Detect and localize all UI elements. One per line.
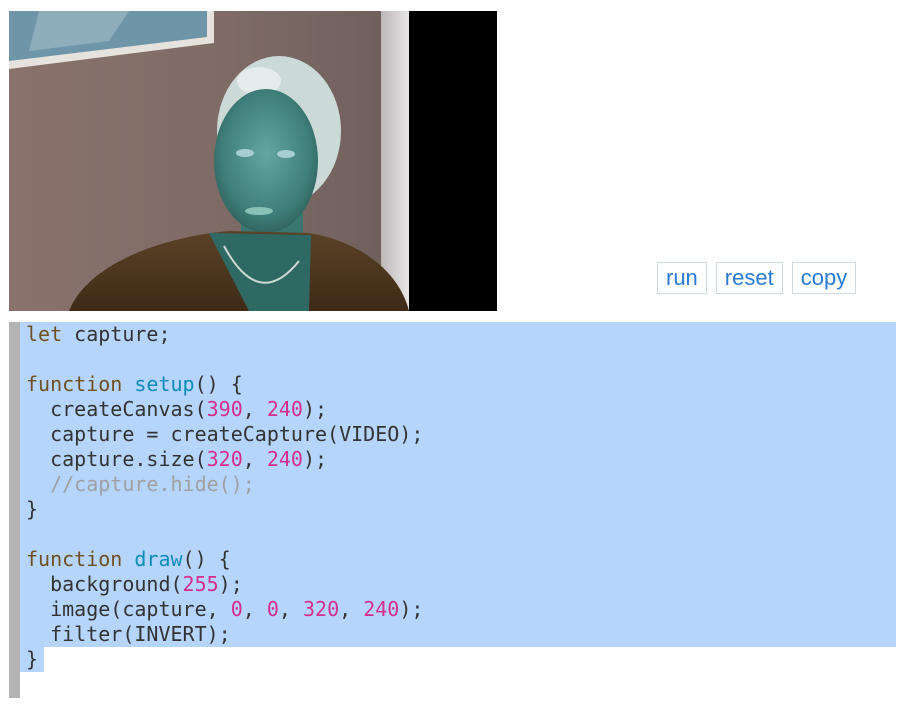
code-token: 255 xyxy=(182,572,219,596)
code-token: 240 xyxy=(266,447,303,471)
code-token: ); xyxy=(302,447,328,471)
code-token: , xyxy=(242,597,267,621)
code-token: , xyxy=(339,597,364,621)
inverted-webcam-image xyxy=(9,11,497,311)
code-token: , xyxy=(242,397,267,421)
code-line[interactable]: } xyxy=(20,497,896,522)
copy-button[interactable]: copy xyxy=(791,262,857,294)
code-line[interactable] xyxy=(20,522,896,547)
code-token: draw xyxy=(134,547,183,571)
code-token: function xyxy=(26,547,123,571)
code-token: () { xyxy=(182,547,231,571)
editor-toolbar: run reset copy xyxy=(657,262,857,294)
code-line[interactable]: background(255); xyxy=(20,572,896,597)
code-line[interactable]: capture = createCapture(VIDEO); xyxy=(20,422,896,447)
code-token: , xyxy=(278,597,303,621)
code-token: capture = createCapture(VIDEO); xyxy=(26,422,424,446)
code-token: filter(INVERT); xyxy=(26,622,231,646)
code-token: 390 xyxy=(206,397,243,421)
code-token: 320 xyxy=(302,597,340,621)
code-token: setup xyxy=(134,372,195,396)
code-token: 240 xyxy=(363,597,400,621)
sketch-canvas xyxy=(9,11,497,311)
code-line[interactable]: capture.size(320, 240); xyxy=(20,447,896,472)
code-token: , xyxy=(242,447,267,471)
code-line[interactable] xyxy=(20,347,896,372)
code-token: capture.size( xyxy=(26,447,207,471)
reset-button[interactable]: reset xyxy=(715,262,783,294)
code-token: } xyxy=(26,647,39,671)
code-line[interactable]: //capture.hide(); xyxy=(20,472,896,497)
code-line[interactable]: image(capture, 0, 0, 320, 240); xyxy=(20,597,896,622)
code-token: createCanvas( xyxy=(26,397,207,421)
code-area[interactable]: let capture; function setup() { createCa… xyxy=(20,322,896,672)
code-token: ); xyxy=(218,572,243,596)
code-token: 320 xyxy=(206,447,243,471)
code-line[interactable]: createCanvas(390, 240); xyxy=(20,397,896,422)
code-token: ); xyxy=(399,597,424,621)
code-token: background( xyxy=(26,572,183,596)
code-editor[interactable]: let capture; function setup() { createCa… xyxy=(9,322,896,698)
run-button[interactable]: run xyxy=(657,262,707,294)
code-line[interactable]: function setup() { xyxy=(20,372,896,397)
code-token: //capture.hide(); xyxy=(26,472,255,496)
code-token: let xyxy=(26,322,63,346)
code-line[interactable]: function draw() { xyxy=(20,547,896,572)
code-line[interactable]: let capture; xyxy=(20,322,896,347)
code-token: 0 xyxy=(230,597,243,621)
code-line[interactable]: filter(INVERT); xyxy=(20,622,896,647)
code-token: image(capture, xyxy=(26,597,231,621)
code-token: capture; xyxy=(62,322,171,346)
code-line[interactable]: } xyxy=(20,647,44,672)
code-token: () { xyxy=(194,372,243,396)
code-token: ); xyxy=(302,397,328,421)
code-token: 240 xyxy=(266,397,303,421)
editor-gutter xyxy=(9,322,20,698)
code-token: function xyxy=(26,372,123,396)
code-token: } xyxy=(26,497,39,521)
code-token: 0 xyxy=(266,597,279,621)
